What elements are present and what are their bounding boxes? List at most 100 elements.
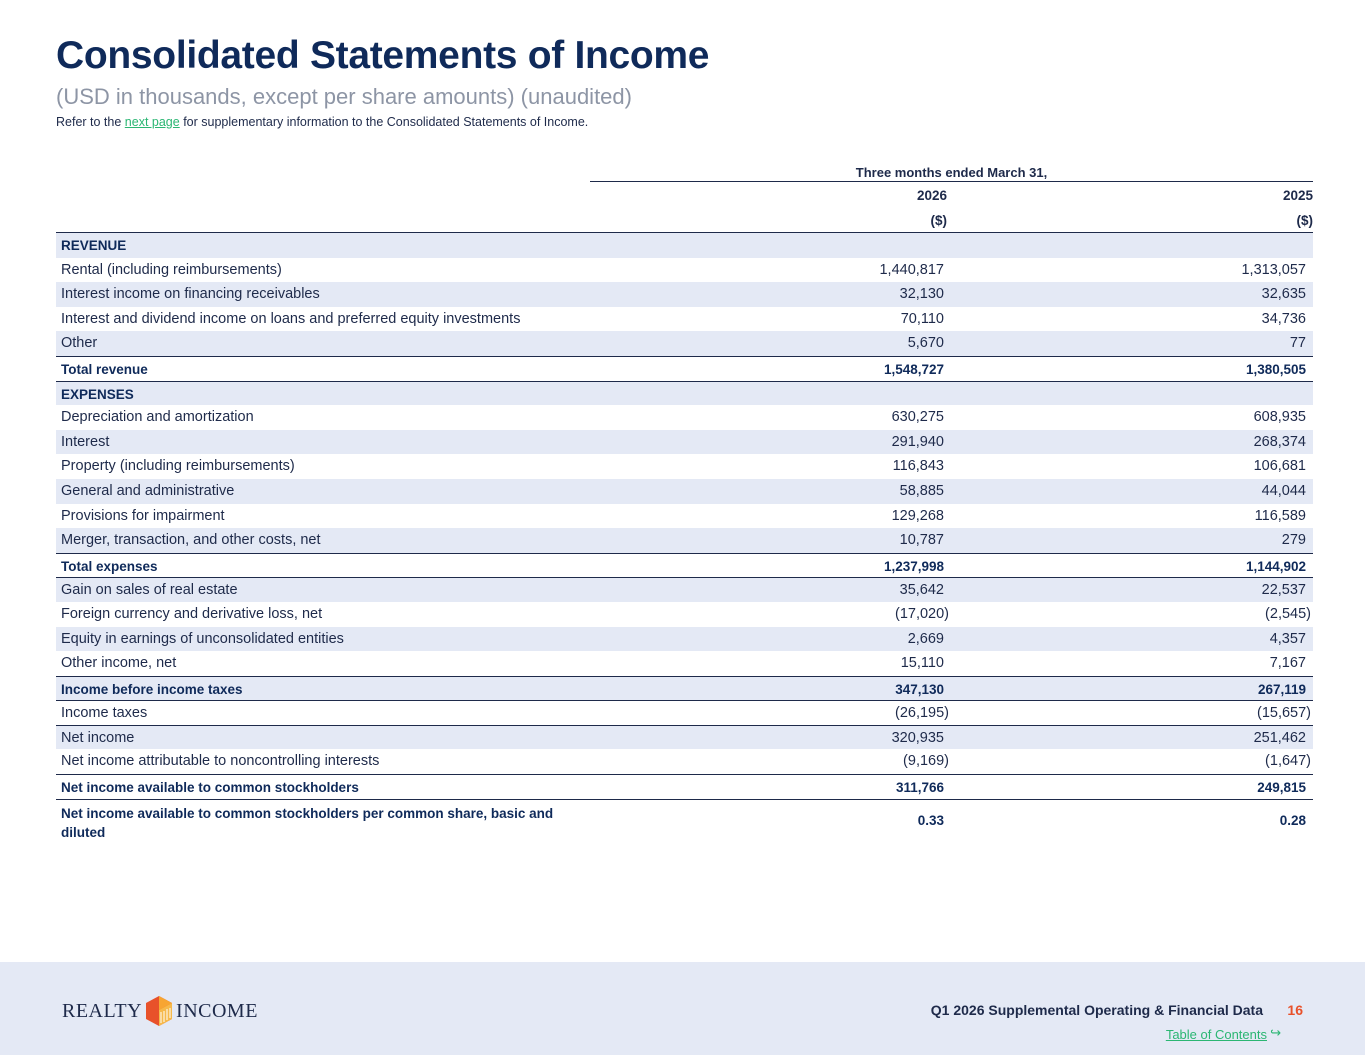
- unit-header-row: ($) ($): [56, 207, 1314, 232]
- note-prefix: Refer to the: [56, 115, 125, 129]
- value-2026: 5,670: [907, 335, 944, 352]
- table-row: Interest and dividend income on loans an…: [56, 307, 1313, 332]
- page-title: Consolidated Statements of Income: [56, 34, 710, 77]
- value-2026: (9,169): [903, 753, 949, 770]
- value-2026: 10,787: [899, 532, 944, 549]
- value-2026: (26,195): [894, 705, 949, 722]
- value-2025: 1,144,902: [1245, 558, 1306, 574]
- value-2025: (15,657): [1256, 705, 1311, 722]
- row-label: Provisions for impairment: [61, 507, 225, 524]
- value-2025: 44,044: [1261, 482, 1306, 499]
- value-2025: 106,681: [1253, 458, 1306, 475]
- return-arrow-icon[interactable]: ↪: [1270, 1025, 1281, 1041]
- table-row: Income taxes (26,195) (15,657): [56, 700, 1313, 725]
- value-2025: 249,815: [1257, 780, 1306, 796]
- value-2025: 1,380,505: [1245, 361, 1306, 377]
- value-2025: 116,589: [1254, 507, 1306, 524]
- row-label: Income taxes: [61, 705, 148, 722]
- value-2026: 291,940: [891, 433, 944, 450]
- table-row: Interest 291,940 268,374: [56, 429, 1313, 455]
- row-label: REVENUE: [61, 238, 127, 253]
- row-label: Merger, transaction, and other costs, ne…: [61, 532, 321, 549]
- value-2026: 70,110: [900, 310, 944, 327]
- value-2025: (2,545): [1265, 605, 1311, 622]
- value-2025: 22,537: [1261, 582, 1306, 599]
- row-label: Net income available to common stockhold…: [61, 780, 359, 796]
- value-2025: 32,635: [1261, 286, 1306, 303]
- table-row: Income before income taxes 347,130 267,119: [56, 675, 1313, 701]
- value-2026: 116,843: [892, 458, 944, 475]
- value-2026: 1,440,817: [879, 261, 944, 278]
- table-row: Foreign currency and derivative loss, ne…: [56, 602, 1313, 627]
- value-2025: 251,462: [1253, 729, 1306, 746]
- row-label: Rental (including reimbursements): [61, 261, 282, 278]
- year-header-row: 2026 2025: [56, 182, 1313, 207]
- page-subtitle: (USD in thousands, except per share amou…: [56, 84, 632, 109]
- page-number: 16: [1287, 1002, 1303, 1018]
- logo-word-left: REALTY: [62, 999, 143, 1022]
- table-row: Net income 320,935 251,462: [56, 724, 1313, 750]
- value-2026: 35,642: [899, 582, 944, 599]
- unit-2026: ($): [930, 213, 948, 228]
- value-2026: 311,766: [895, 780, 944, 796]
- logo-word-right: INCOME: [176, 999, 258, 1022]
- unit-2025: ($): [1296, 213, 1314, 228]
- row-label: Net income attributable to noncontrollin…: [61, 753, 380, 770]
- reference-note: Refer to the next page for supplementary…: [56, 115, 588, 129]
- table-row: Merger, transaction, and other costs, ne…: [56, 528, 1313, 553]
- value-2025: 7,167: [1269, 655, 1306, 672]
- table-row: Gain on sales of real estate 35,642 22,537: [56, 577, 1313, 602]
- value-2025: 0.28: [1279, 812, 1306, 828]
- row-label: EXPENSES: [61, 386, 134, 402]
- row-label: General and administrative: [61, 482, 235, 499]
- income-statement-table: Three months ended March 31, 2026 2025 (…: [56, 160, 1313, 843]
- table-row: General and administrative 58,885 44,044: [56, 478, 1313, 504]
- row-label: Interest: [61, 433, 110, 450]
- value-2026: 320,935: [891, 729, 944, 746]
- row-label: Net income: [61, 729, 135, 746]
- value-2026: 0.33: [917, 812, 944, 828]
- row-label: Income before income taxes: [61, 681, 243, 697]
- table-row: Other 5,670 77: [56, 331, 1313, 356]
- value-2025: 267,119: [1257, 681, 1306, 697]
- row-label: Depreciation and amortization: [61, 409, 254, 426]
- value-2026: 1,237,998: [883, 558, 944, 574]
- value-2026: (17,020): [894, 605, 949, 622]
- realty-income-logo: REALTY INCOME: [62, 996, 258, 1026]
- value-2026: 2,669: [907, 630, 944, 647]
- row-label: Total revenue: [61, 361, 148, 377]
- value-2025: 1,313,057: [1241, 261, 1306, 278]
- value-2025: 4,357: [1269, 630, 1306, 647]
- table-row: Interest income on financing receivables…: [56, 282, 1313, 307]
- value-2026: 15,110: [900, 655, 944, 672]
- table-of-contents-link[interactable]: Table of Contents: [1166, 1027, 1267, 1042]
- row-label: Net income available to common stockhold…: [61, 805, 554, 840]
- value-2025: (1,647): [1265, 753, 1311, 770]
- year-2026: 2026: [916, 188, 947, 203]
- table-row: Property (including reimbursements) 116,8…: [56, 454, 1313, 479]
- value-2026: 58,885: [899, 482, 944, 499]
- table-row: Other income, net 15,110 7,167: [56, 651, 1313, 676]
- next-page-link[interactable]: next page: [125, 115, 180, 129]
- table-row: Provisions for impairment 129,268 116,589: [56, 504, 1313, 529]
- value-2025: 77: [1289, 335, 1306, 352]
- period-label: Three months ended March 31,: [855, 165, 1048, 180]
- note-suffix: for supplementary information to the Con…: [179, 115, 589, 129]
- document-title: Q1 2026 Supplemental Operating & Financi…: [930, 1002, 1263, 1018]
- table-row: Net income available to common stockhold…: [56, 774, 1313, 799]
- row-label: Interest and dividend income on loans an…: [61, 310, 521, 327]
- row-label: Foreign currency and derivative loss, ne…: [61, 605, 323, 622]
- value-2025: 34,736: [1261, 310, 1306, 327]
- row-label: Interest income on financing receivables: [61, 286, 320, 303]
- table-row: EXPENSES: [56, 380, 1313, 406]
- period-header: Three months ended March 31,: [56, 160, 1313, 182]
- table-body: REVENUE Rental (including reimbursements)…: [56, 232, 1313, 843]
- value-2025: 608,935: [1253, 409, 1306, 426]
- table-row: Total expenses 1,237,998 1,144,902: [56, 552, 1313, 578]
- logo-mark-icon: [146, 996, 173, 1026]
- table-row: Equity in earnings of unconsolidated ent…: [56, 626, 1313, 652]
- row-label: Total expenses: [61, 558, 158, 574]
- row-label: Gain on sales of real estate: [61, 582, 238, 599]
- value-2026: 1,548,727: [883, 361, 944, 377]
- row-label: Property (including reimbursements): [61, 458, 295, 475]
